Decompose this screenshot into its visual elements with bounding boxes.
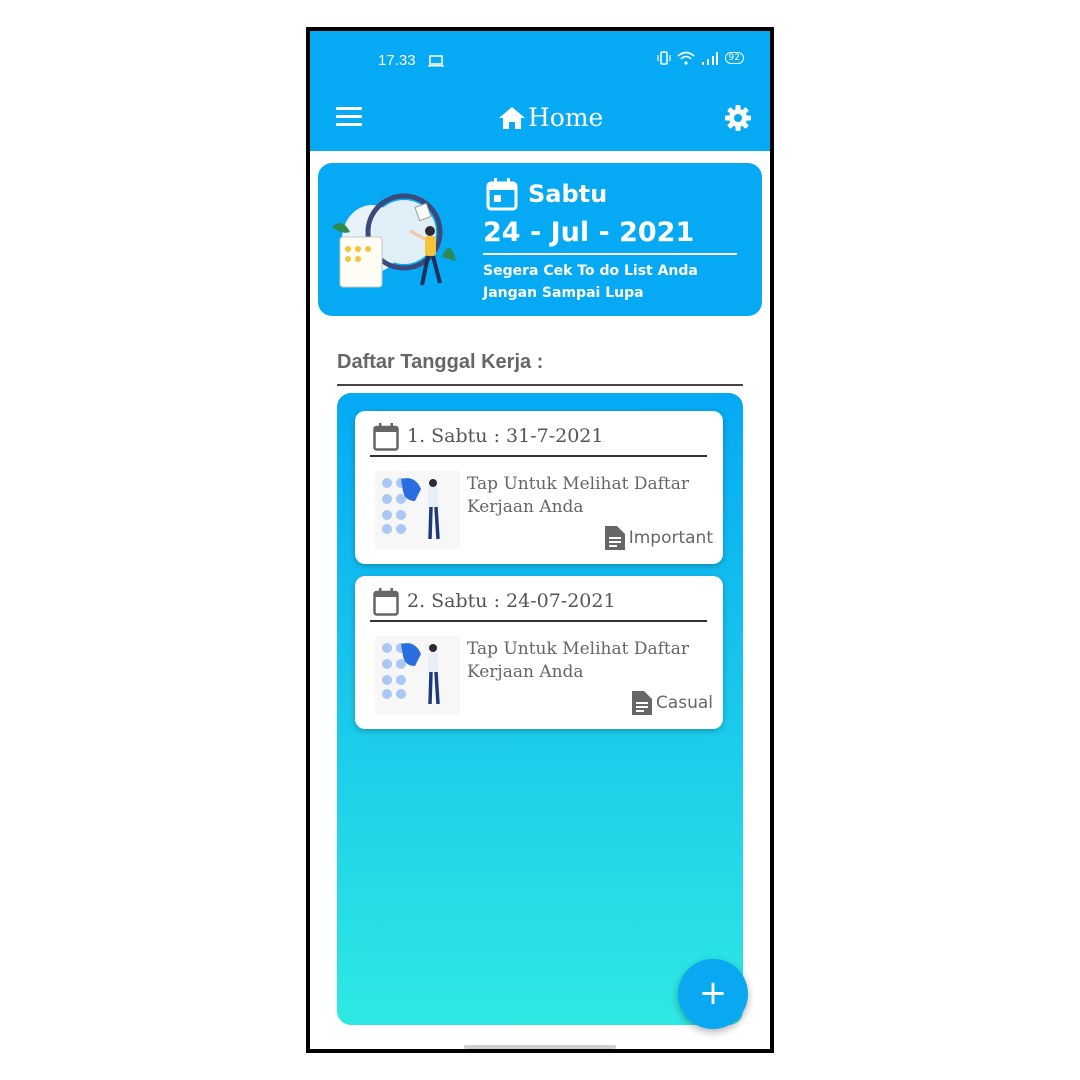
date-banner: Sabtu 24 - Jul - 2021 Segera Cek To do L…	[318, 163, 762, 316]
screen: 17.33 92 Home Sabtu 24 - Jul - 2021 Sege…	[310, 31, 770, 1049]
banner-date: 24 - Jul - 2021	[483, 217, 695, 248]
vibrate-icon	[656, 51, 671, 65]
card-tag-label: Important	[628, 528, 713, 548]
battery-indicator: 92	[724, 52, 744, 64]
document-icon	[631, 691, 652, 715]
phone-frame: 17.33 92 Home Sabtu 24 - Jul - 2021 Sege…	[306, 27, 774, 1053]
document-icon	[604, 526, 625, 550]
card-tag: Casual	[630, 691, 713, 715]
wifi-icon	[677, 51, 695, 65]
banner-message-line1: Segera Cek To do List Anda	[483, 263, 698, 279]
menu-icon[interactable]	[336, 107, 362, 129]
gear-icon[interactable]	[724, 104, 752, 132]
calendar-icon	[373, 588, 399, 616]
banner-day: Sabtu	[528, 180, 608, 208]
card-header: 1. Sabtu : 31-7-2021	[407, 425, 604, 447]
status-bar: 17.33 92	[310, 31, 770, 91]
schedule-illustration	[332, 193, 456, 288]
status-icons: 92	[656, 51, 744, 65]
section-title: Daftar Tanggal Kerja :	[337, 351, 544, 373]
card-tag: Important	[603, 526, 713, 550]
banner-day-row: Sabtu	[486, 177, 607, 211]
status-time: 17.33	[378, 52, 416, 69]
banner-message-line2: Jangan Sampai Lupa	[483, 285, 644, 301]
banner-divider	[483, 253, 737, 255]
card-text: Tap Untuk Melihat Daftar Kerjaan Anda	[467, 639, 690, 682]
card-divider	[370, 620, 707, 622]
app-bar-title: Home	[498, 103, 603, 132]
add-button[interactable]: +	[678, 959, 748, 1029]
work-date-card[interactable]: 1. Sabtu : 31-7-2021 Tap Untuk Melihat D…	[355, 411, 723, 564]
signal-icon	[701, 52, 718, 65]
card-header: 2. Sabtu : 24-07-2021	[407, 590, 616, 612]
card-tag-label: Casual	[655, 693, 713, 713]
calendar-icon	[486, 178, 518, 211]
page-title: Home	[528, 103, 604, 132]
tap-illustration	[375, 471, 460, 549]
app-bar: Home	[310, 91, 770, 151]
card-text: Tap Untuk Melihat Daftar Kerjaan Anda	[467, 474, 690, 517]
section-divider	[337, 384, 743, 386]
calendar-icon	[373, 423, 399, 451]
card-divider	[370, 455, 707, 457]
tap-illustration	[375, 636, 460, 714]
home-icon	[499, 106, 525, 129]
work-date-card[interactable]: 2. Sabtu : 24-07-2021 Tap Untuk Melihat …	[355, 576, 723, 729]
home-indicator[interactable]	[464, 1045, 616, 1049]
work-date-list[interactable]: 1. Sabtu : 31-7-2021 Tap Untuk Melihat D…	[337, 393, 743, 1025]
laptop-icon	[428, 55, 444, 67]
